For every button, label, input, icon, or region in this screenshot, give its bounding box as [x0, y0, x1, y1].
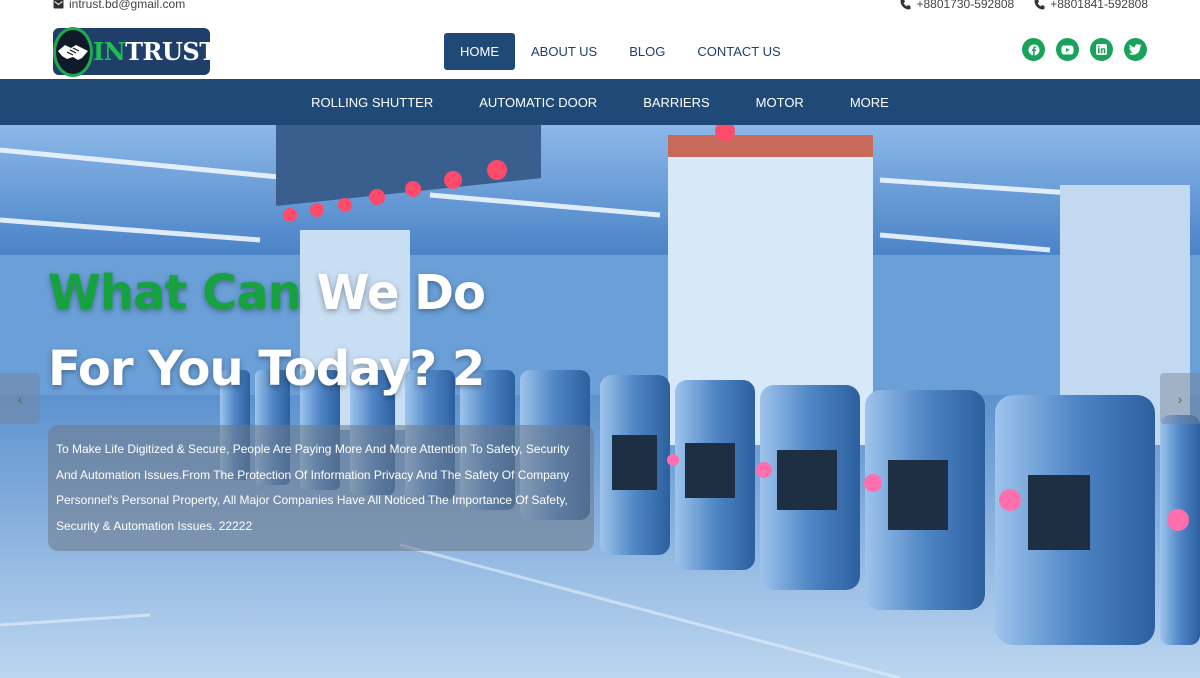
chevron-right-icon: › [1177, 390, 1183, 407]
logo-wordmark: INTRUST [93, 37, 217, 66]
nav-blog[interactable]: BLOG [613, 33, 681, 70]
main-navigation: HOME ABOUT US BLOG CONTACT US [444, 33, 797, 70]
hero-headline-part-2: For You Today? 2 [48, 341, 485, 397]
twitter-icon[interactable] [1124, 38, 1147, 61]
hero-slider: What Can We Do For You Today? 2 To Make … [0, 125, 1200, 678]
subnav-automatic-door[interactable]: AUTOMATIC DOOR [456, 95, 620, 110]
linkedin-icon[interactable] [1090, 38, 1113, 61]
hero-headline-part-1: We Do [300, 265, 486, 321]
chevron-left-icon: ‹ [17, 390, 23, 407]
phone-list: +8801730-592808 +8801841-592808 [900, 0, 1148, 11]
site-header: INTRUST HOME ABOUT US BLOG CONTACT US [0, 16, 1200, 79]
slider-prev-button[interactable]: ‹ [0, 373, 40, 424]
phone-text-1: +8801730-592808 [916, 0, 1015, 11]
facebook-icon[interactable] [1022, 38, 1045, 61]
email-text: intrust.bd@gmail.com [69, 0, 186, 11]
nav-about-us[interactable]: ABOUT US [515, 33, 613, 70]
nav-home[interactable]: HOME [444, 33, 515, 70]
hero-headline: What Can We Do For You Today? 2 [48, 255, 486, 407]
subnav-rolling-shutter[interactable]: ROLLING SHUTTER [288, 95, 456, 110]
nav-contact-us[interactable]: CONTACT US [681, 33, 796, 70]
envelope-icon [53, 0, 64, 9]
youtube-icon[interactable] [1056, 38, 1079, 61]
subnav-more[interactable]: MORE [827, 95, 912, 110]
phone-contact-2[interactable]: +8801841-592808 [1034, 0, 1148, 11]
top-info-bar: intrust.bd@gmail.com +8801730-592808 +88… [0, 0, 1200, 16]
site-logo[interactable]: INTRUST [53, 26, 217, 77]
phone-contact-1[interactable]: +8801730-592808 [900, 0, 1014, 11]
social-links [1022, 38, 1147, 61]
subnav-motor[interactable]: MOTOR [733, 95, 827, 110]
category-navigation: ROLLING SHUTTER AUTOMATIC DOOR BARRIERS … [0, 79, 1200, 125]
phone-text-2: +8801841-592808 [1050, 0, 1148, 11]
slider-next-button[interactable]: › [1160, 373, 1200, 424]
phone-icon [1034, 0, 1045, 9]
hero-headline-highlight: What Can [48, 265, 302, 321]
hero-description: To Make Life Digitized & Secure, People … [48, 425, 594, 551]
subnav-barriers[interactable]: BARRIERS [620, 95, 732, 110]
phone-icon [900, 0, 911, 9]
handshake-icon [53, 26, 93, 77]
email-contact[interactable]: intrust.bd@gmail.com [53, 0, 185, 11]
